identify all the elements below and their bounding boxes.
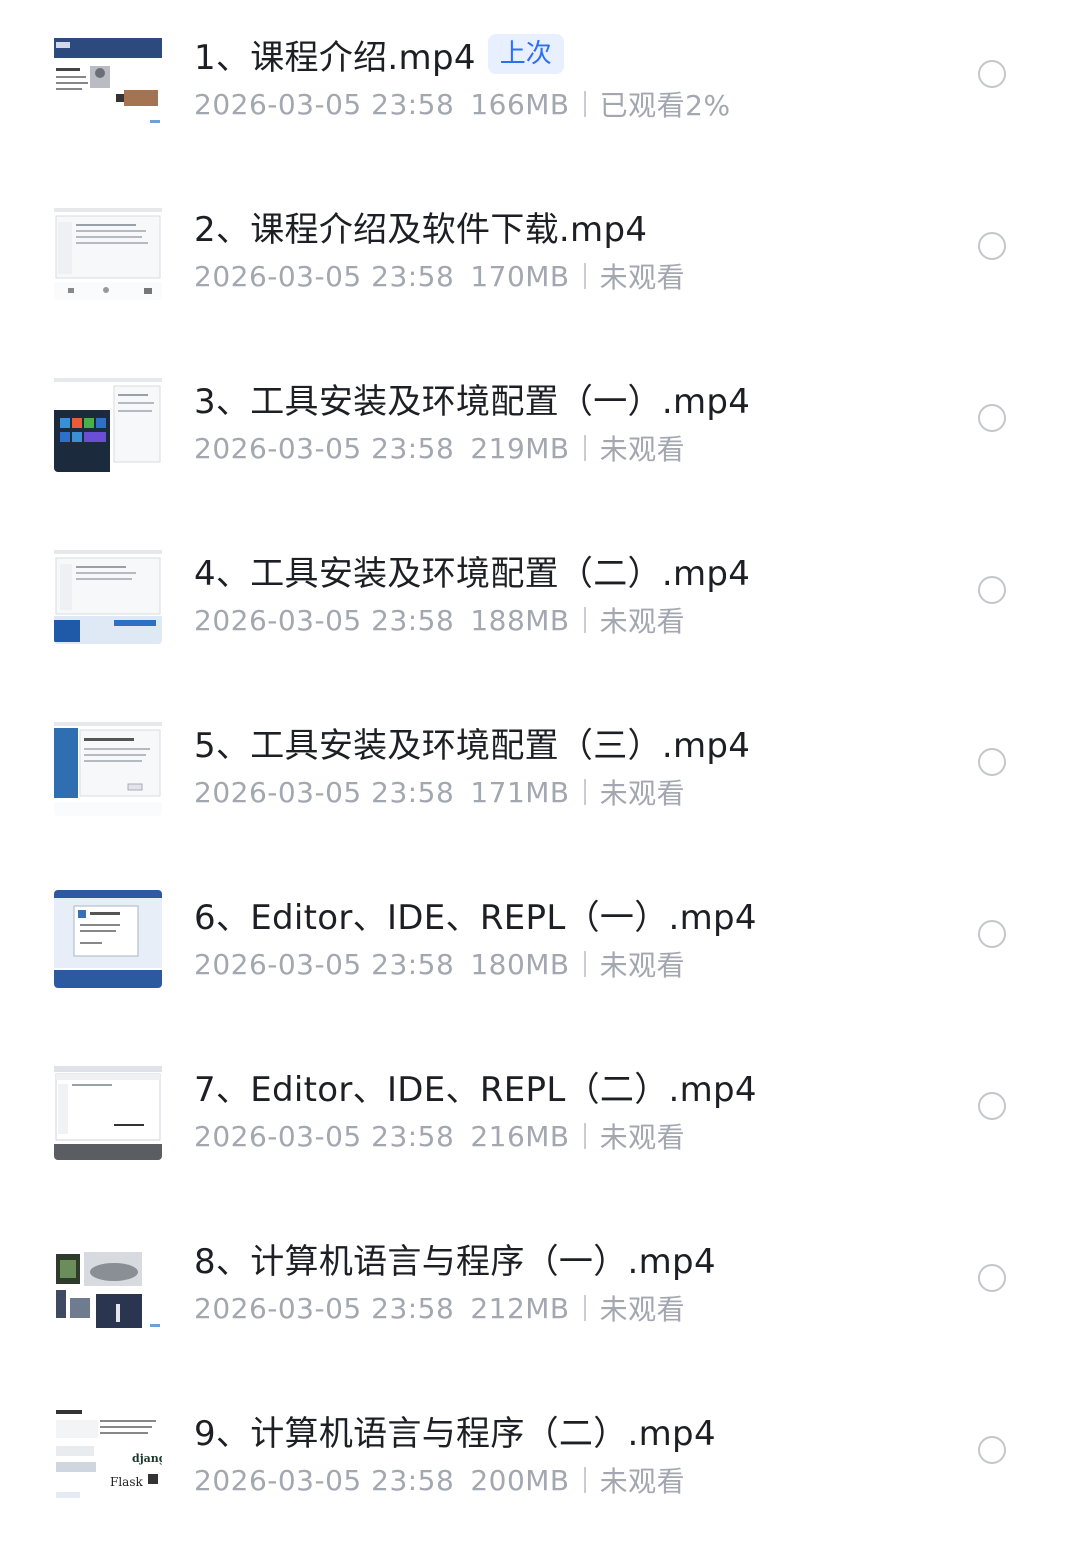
video-thumbnail-slide-photos[interactable]	[54, 1234, 162, 1332]
video-meta: 2026-03-05 23:58 200MB 未观看	[194, 1462, 686, 1499]
watch-status: 未观看	[599, 433, 686, 466]
video-title[interactable]: 4、工具安装及环境配置（二）.mp4	[194, 546, 750, 595]
last-watched-badge: 上次	[487, 34, 564, 74]
video-title[interactable]: 7、Editor、IDE、REPL（二）.mp4	[194, 1062, 757, 1111]
file-size: 212MB	[470, 1291, 570, 1325]
select-radio[interactable]	[978, 232, 1006, 260]
select-radio[interactable]	[978, 576, 1006, 604]
video-thumbnail-screen-windows-start[interactable]	[54, 374, 162, 472]
select-radio[interactable]	[978, 1264, 1006, 1292]
modified-date: 2026-03-05 23:58	[194, 1119, 455, 1153]
video-thumbnail-screen-installer[interactable]	[54, 546, 162, 644]
modified-date: 2026-03-05 23:58	[194, 431, 455, 465]
select-radio[interactable]	[978, 748, 1006, 776]
select-radio[interactable]	[978, 60, 1006, 88]
title-line: 7、Editor、IDE、REPL（二）.mp4	[194, 1062, 757, 1111]
meta-divider	[583, 435, 586, 461]
video-title[interactable]: 2、课程介绍及软件下载.mp4	[194, 202, 647, 251]
watch-status: 未观看	[599, 949, 686, 982]
title-line: 9、计算机语言与程序（二）.mp4	[194, 1406, 716, 1455]
file-size: 219MB	[470, 431, 570, 465]
file-size: 180MB	[470, 947, 570, 981]
video-meta: 2026-03-05 23:58 212MB 未观看	[194, 1290, 686, 1327]
video-file-list: 1、课程介绍.mp4 上次 2026-03-05 23:58 166MB 已观看…	[0, 0, 1080, 1528]
modified-date: 2026-03-05 23:58	[194, 603, 455, 637]
modified-date: 2026-03-05 23:58	[194, 775, 455, 809]
modified-date: 2026-03-05 23:58	[194, 947, 455, 981]
title-line: 4、工具安装及环境配置（二）.mp4	[194, 546, 750, 595]
video-meta: 2026-03-05 23:58 166MB 已观看2%	[194, 86, 731, 123]
file-size: 200MB	[470, 1463, 570, 1497]
video-file-item[interactable]: 2、课程介绍及软件下载.mp4 2026-03-05 23:58 170MB 未…	[0, 174, 1080, 346]
video-title[interactable]: 3、工具安装及环境配置（一）.mp4	[194, 374, 750, 423]
video-thumbnail-slide-frameworks[interactable]: django Flask	[54, 1406, 162, 1504]
video-title[interactable]: 6、Editor、IDE、REPL（一）.mp4	[194, 890, 757, 939]
video-thumbnail-screen-setup-wizard[interactable]	[54, 718, 162, 816]
video-meta: 2026-03-05 23:58 180MB 未观看	[194, 946, 686, 983]
select-radio[interactable]	[978, 1092, 1006, 1120]
watch-status: 未观看	[599, 1293, 686, 1326]
watch-status: 未观看	[599, 777, 686, 810]
file-size: 166MB	[470, 87, 570, 121]
title-line: 6、Editor、IDE、REPL（一）.mp4	[194, 890, 757, 939]
video-file-item[interactable]: django Flask 9、计算机语言与程序（二）.mp4 2026-03-0…	[0, 1378, 1080, 1550]
meta-divider	[583, 607, 586, 633]
video-file-item[interactable]: 6、Editor、IDE、REPL（一）.mp4 2026-03-05 23:5…	[0, 862, 1080, 1034]
video-thumbnail-screen-explorer[interactable]	[54, 202, 162, 300]
select-radio[interactable]	[978, 920, 1006, 948]
file-size: 188MB	[470, 603, 570, 637]
django-logo-text: django	[132, 1452, 162, 1465]
video-meta: 2026-03-05 23:58 216MB 未观看	[194, 1118, 686, 1155]
watch-status: 未观看	[599, 605, 686, 638]
modified-date: 2026-03-05 23:58	[194, 1463, 455, 1497]
meta-divider	[583, 951, 586, 977]
watch-status: 未观看	[599, 1465, 686, 1498]
video-meta: 2026-03-05 23:58 170MB 未观看	[194, 258, 686, 295]
video-thumbnail-screen-ide[interactable]	[54, 1062, 162, 1160]
video-thumbnail-screen-python-window[interactable]	[54, 890, 162, 988]
file-size: 171MB	[470, 775, 570, 809]
video-title[interactable]: 1、课程介绍.mp4	[194, 30, 476, 79]
video-meta: 2026-03-05 23:58 219MB 未观看	[194, 430, 686, 467]
title-line: 2、课程介绍及软件下载.mp4	[194, 202, 647, 251]
video-file-item[interactable]: 3、工具安装及环境配置（一）.mp4 2026-03-05 23:58 219M…	[0, 346, 1080, 518]
video-meta: 2026-03-05 23:58 171MB 未观看	[194, 774, 686, 811]
meta-divider	[583, 91, 586, 117]
title-line: 8、计算机语言与程序（一）.mp4	[194, 1234, 716, 1283]
meta-divider	[583, 1467, 586, 1493]
video-title[interactable]: 9、计算机语言与程序（二）.mp4	[194, 1406, 716, 1455]
video-title[interactable]: 8、计算机语言与程序（一）.mp4	[194, 1234, 716, 1283]
flask-logo-text: Flask	[110, 1475, 143, 1489]
video-file-item[interactable]: 8、计算机语言与程序（一）.mp4 2026-03-05 23:58 212MB…	[0, 1206, 1080, 1378]
watch-status: 已观看2%	[599, 89, 731, 122]
video-meta: 2026-03-05 23:58 188MB 未观看	[194, 602, 686, 639]
modified-date: 2026-03-05 23:58	[194, 1291, 455, 1325]
title-line: 3、工具安装及环境配置（一）.mp4	[194, 374, 750, 423]
video-file-item[interactable]: 5、工具安装及环境配置（三）.mp4 2026-03-05 23:58 171M…	[0, 690, 1080, 862]
file-size: 216MB	[470, 1119, 570, 1153]
video-file-item[interactable]: 1、课程介绍.mp4 上次 2026-03-05 23:58 166MB 已观看…	[0, 2, 1080, 174]
select-radio[interactable]	[978, 404, 1006, 432]
meta-divider	[583, 263, 586, 289]
modified-date: 2026-03-05 23:58	[194, 87, 455, 121]
meta-divider	[583, 1123, 586, 1149]
watch-status: 未观看	[599, 261, 686, 294]
file-size: 170MB	[470, 259, 570, 293]
select-radio[interactable]	[978, 1436, 1006, 1464]
video-thumbnail-slide-intro[interactable]	[54, 30, 162, 128]
title-line: 1、课程介绍.mp4 上次	[194, 30, 564, 79]
meta-divider	[583, 779, 586, 805]
title-line: 5、工具安装及环境配置（三）.mp4	[194, 718, 750, 767]
meta-divider	[583, 1295, 586, 1321]
video-file-item[interactable]: 4、工具安装及环境配置（二）.mp4 2026-03-05 23:58 188M…	[0, 518, 1080, 690]
video-title[interactable]: 5、工具安装及环境配置（三）.mp4	[194, 718, 750, 767]
video-file-item[interactable]: 7、Editor、IDE、REPL（二）.mp4 2026-03-05 23:5…	[0, 1034, 1080, 1206]
watch-status: 未观看	[599, 1121, 686, 1154]
modified-date: 2026-03-05 23:58	[194, 259, 455, 293]
